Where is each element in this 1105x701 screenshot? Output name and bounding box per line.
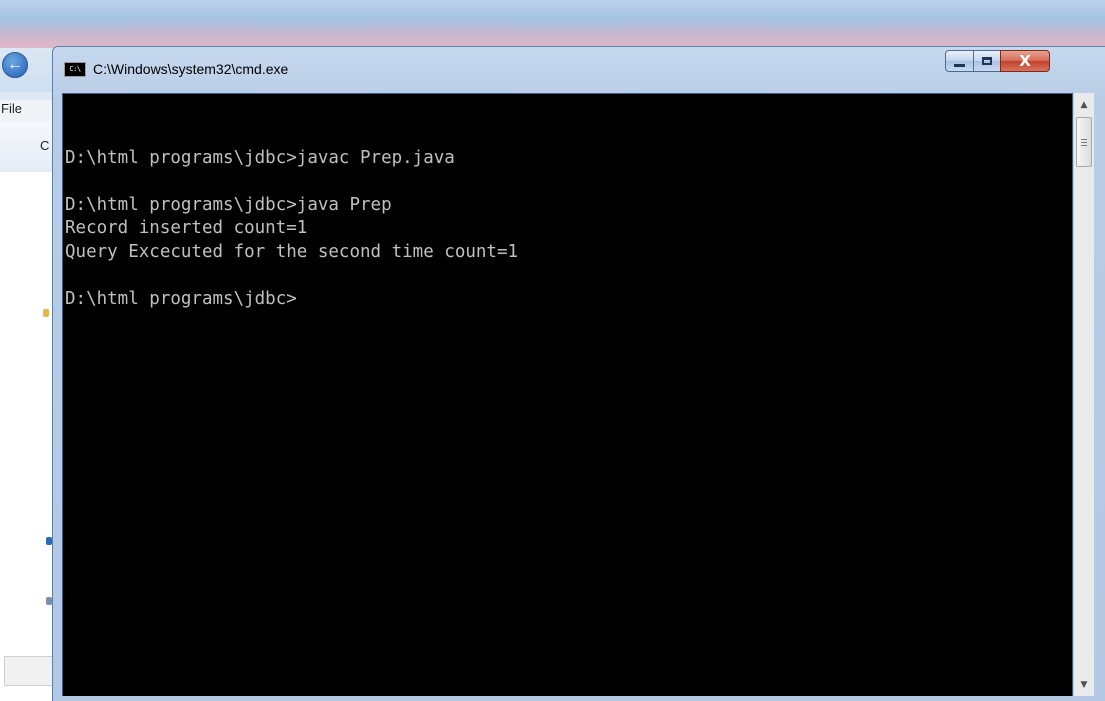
cmd-titlebar[interactable]: C:\ C:\Windows\system32\cmd.exe X	[53, 47, 1105, 93]
background-window-titlebar	[0, 0, 1105, 48]
cmd-window: C:\ C:\Windows\system32\cmd.exe X D:\htm…	[52, 46, 1105, 701]
console-text: D:\html programs\jdbc>javac Prep.java D:\…	[63, 94, 1072, 311]
thumb-grip-line	[1081, 142, 1087, 143]
scroll-thumb[interactable]	[1076, 117, 1092, 167]
close-button[interactable]: X	[1000, 50, 1050, 72]
folder-icon	[43, 309, 49, 317]
scroll-up-arrow-icon[interactable]: ▲	[1074, 95, 1094, 114]
menu-file[interactable]: File	[1, 101, 22, 116]
thumb-grip-line	[1081, 139, 1087, 140]
minimize-icon	[954, 63, 965, 67]
cmd-app-icon[interactable]: C:\	[64, 62, 86, 77]
close-icon: X	[1019, 51, 1031, 70]
console-prompt-line: D:\html programs\jdbc>	[65, 288, 297, 309]
console-line: D:\html programs\jdbc>java Prep	[65, 194, 392, 215]
console-line: D:\html programs\jdbc>javac Prep.java	[65, 147, 455, 168]
minimize-button[interactable]	[945, 50, 974, 72]
vertical-scrollbar[interactable]: ▲ ▼	[1073, 93, 1094, 696]
console-output[interactable]: D:\html programs\jdbc>javac Prep.java D:\…	[62, 93, 1073, 696]
back-arrow-icon[interactable]: ←	[2, 52, 28, 78]
scroll-down-arrow-icon[interactable]: ▼	[1074, 675, 1094, 694]
maximize-button[interactable]	[973, 50, 1001, 72]
thumb-grip-line	[1081, 145, 1087, 146]
background-toolbar	[0, 122, 60, 172]
window-title: C:\Windows\system32\cmd.exe	[93, 61, 289, 77]
background-nav-pane	[0, 172, 60, 701]
console-line: Query Excecuted for the second time coun…	[65, 241, 519, 262]
toolbar-partial-label[interactable]: C	[40, 138, 49, 153]
console-line: Record inserted count=1	[65, 218, 308, 238]
maximize-icon	[982, 57, 992, 65]
